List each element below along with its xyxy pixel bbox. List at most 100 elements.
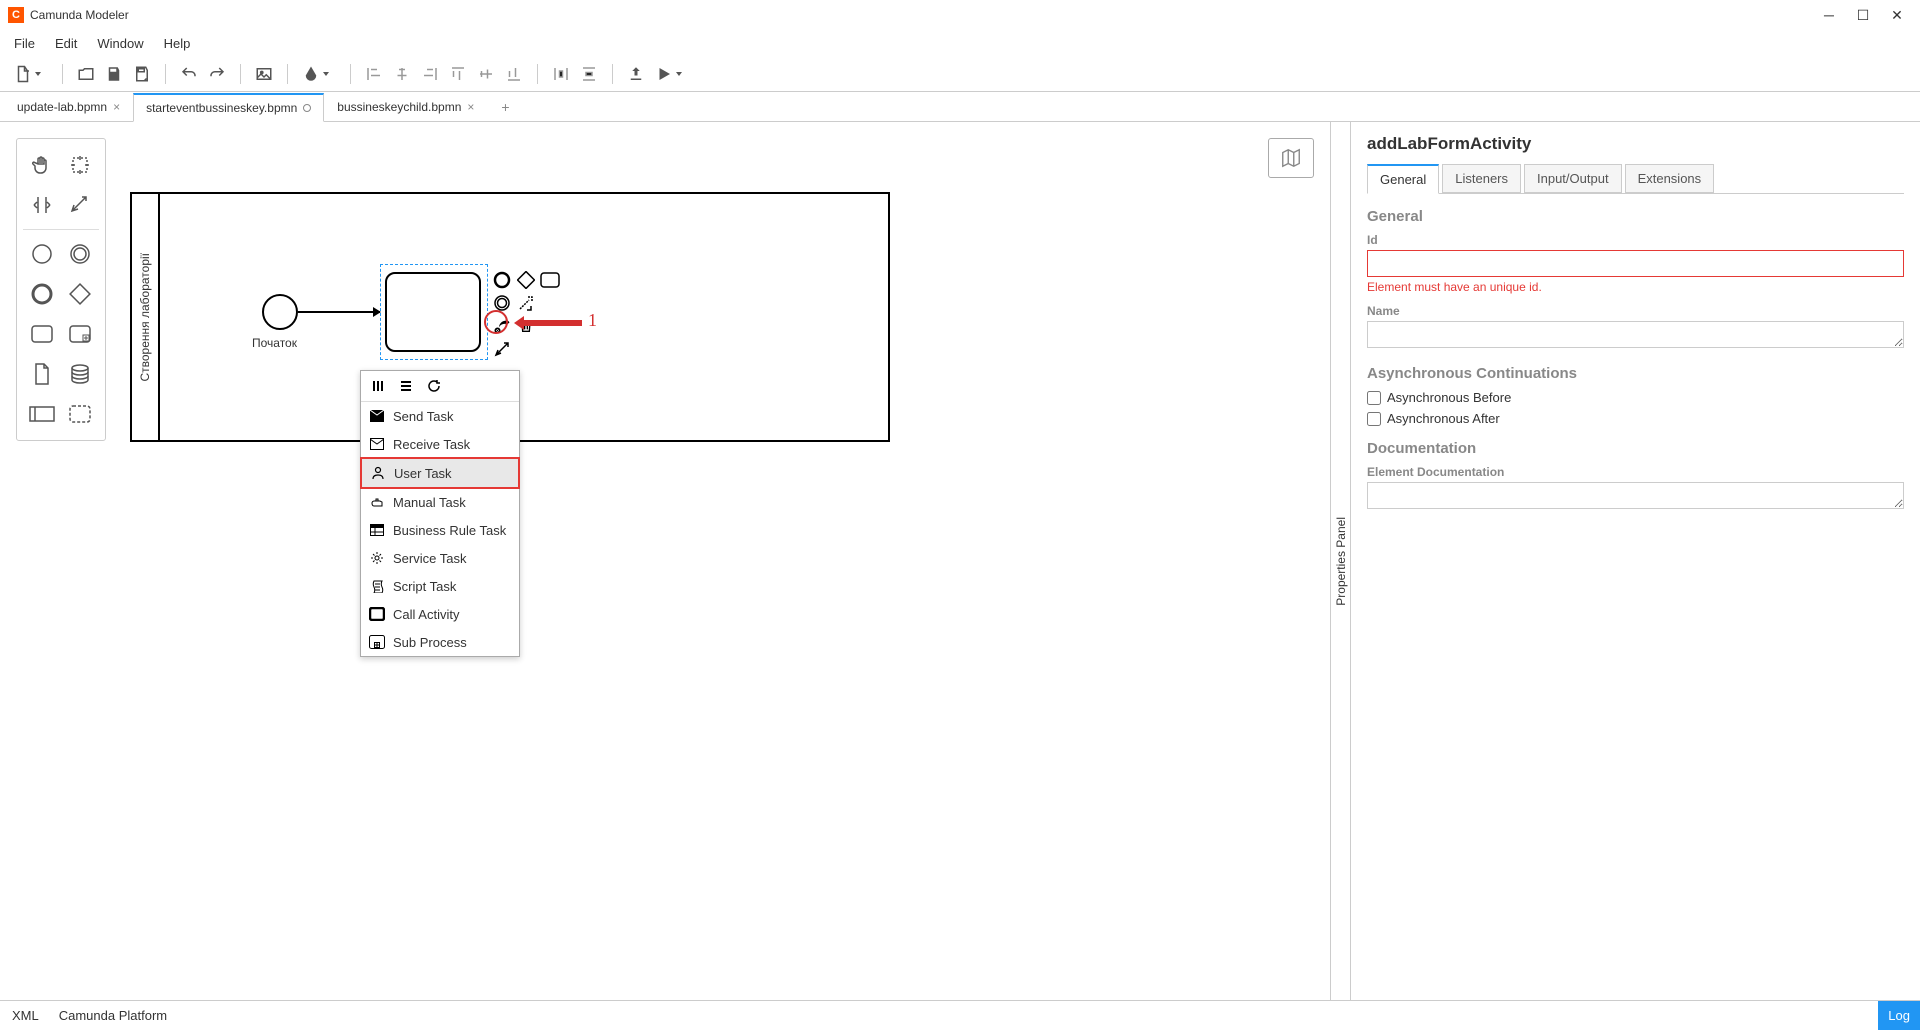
redo-button[interactable]: [206, 63, 228, 85]
tab-close-icon[interactable]: ×: [113, 100, 120, 114]
name-input[interactable]: [1367, 321, 1904, 348]
props-tab-general[interactable]: General: [1367, 164, 1439, 194]
window-maximize-button[interactable]: ☐: [1856, 8, 1870, 22]
align-right-button[interactable]: [419, 63, 441, 85]
distribute-v-button[interactable]: [578, 63, 600, 85]
receive-task-icon: [369, 436, 385, 452]
menu-item-user-task[interactable]: User Task: [360, 457, 520, 489]
user-task-icon: [370, 465, 386, 481]
palette-lasso-tool[interactable]: [66, 151, 94, 179]
align-middle-button[interactable]: [475, 63, 497, 85]
canvas[interactable]: Створення лабораторії Початок: [0, 122, 1330, 1000]
id-error: Element must have an unique id.: [1367, 280, 1904, 294]
palette-space-tool[interactable]: [28, 191, 56, 219]
menu-sequential-icon[interactable]: [397, 377, 415, 395]
ctx-connect[interactable]: [492, 339, 512, 359]
ctx-annotation[interactable]: [516, 293, 536, 313]
annotation-arrow-1: [522, 320, 582, 326]
menu-item-call-activity[interactable]: Call Activity: [361, 600, 519, 628]
call-activity-icon: [369, 606, 385, 622]
palette-group[interactable]: [66, 400, 94, 428]
tabstrip: update-lab.bpmn × starteventbussineskey.…: [0, 92, 1920, 122]
menu-item-service-task[interactable]: Service Task: [361, 544, 519, 572]
palette-subprocess[interactable]: [66, 320, 94, 348]
new-file-button[interactable]: [12, 63, 34, 85]
palette-task[interactable]: [28, 320, 56, 348]
ctx-append-end-event[interactable]: [492, 270, 512, 290]
undo-button[interactable]: [178, 63, 200, 85]
menu-item-manual-task[interactable]: Manual Task: [361, 488, 519, 516]
run-button[interactable]: [653, 63, 675, 85]
palette-pool[interactable]: [28, 400, 56, 428]
tab-label: update-lab.bpmn: [17, 100, 107, 114]
section-general: General: [1367, 208, 1904, 225]
distribute-h-button[interactable]: [550, 63, 572, 85]
send-task-icon: [369, 408, 385, 424]
async-after-row[interactable]: Asynchronous After: [1367, 411, 1904, 426]
log-button[interactable]: Log: [1878, 1001, 1920, 1030]
tab-update-lab[interactable]: update-lab.bpmn ×: [4, 93, 133, 121]
bpmn-sequence-flow[interactable]: [298, 311, 380, 313]
menu-item-script-task[interactable]: Script Task: [361, 572, 519, 600]
open-file-button[interactable]: [75, 63, 97, 85]
align-top-button[interactable]: [447, 63, 469, 85]
status-platform[interactable]: Camunda Platform: [59, 1008, 167, 1023]
statusbar: XML Camunda Platform Log: [0, 1000, 1920, 1030]
bpmn-start-event[interactable]: [262, 294, 298, 330]
menu-item-receive-task[interactable]: Receive Task: [361, 430, 519, 458]
sub-process-icon: [369, 634, 385, 650]
bpmn-task[interactable]: [385, 272, 481, 352]
palette: [16, 138, 106, 441]
ctx-append-gateway[interactable]: [516, 270, 536, 290]
task-type-menu: Send Task Receive Task User Task Manual …: [360, 370, 520, 657]
palette-connect-tool[interactable]: [66, 191, 94, 219]
section-documentation: Documentation: [1367, 440, 1904, 457]
menu-edit[interactable]: Edit: [45, 32, 87, 55]
tab-close-icon[interactable]: ×: [467, 100, 474, 114]
menu-item-send-task[interactable]: Send Task: [361, 402, 519, 430]
palette-gateway[interactable]: [66, 280, 94, 308]
tab-add-button[interactable]: +: [487, 93, 523, 121]
palette-start-event[interactable]: [28, 240, 56, 268]
image-button[interactable]: [253, 63, 275, 85]
color-button[interactable]: [300, 63, 322, 85]
manual-task-icon: [369, 494, 385, 510]
ctx-append-task[interactable]: [540, 270, 560, 290]
properties-panel-toggle[interactable]: Properties Panel: [1330, 122, 1350, 1000]
minimap-button[interactable]: [1268, 138, 1314, 178]
palette-intermediate-event[interactable]: [66, 240, 94, 268]
palette-hand-tool[interactable]: [28, 151, 56, 179]
async-before-checkbox[interactable]: [1367, 391, 1381, 405]
toolbar: [0, 56, 1920, 92]
window-minimize-button[interactable]: ─: [1822, 8, 1836, 22]
window-close-button[interactable]: ✕: [1890, 8, 1904, 22]
palette-end-event[interactable]: [28, 280, 56, 308]
align-bottom-button[interactable]: [503, 63, 525, 85]
menu-loop-icon[interactable]: [425, 377, 443, 395]
id-input[interactable]: [1367, 250, 1904, 277]
save-as-button[interactable]: [131, 63, 153, 85]
menu-help[interactable]: Help: [154, 32, 201, 55]
palette-data-store[interactable]: [66, 360, 94, 388]
menu-item-business-rule-task[interactable]: Business Rule Task: [361, 516, 519, 544]
props-tab-listeners[interactable]: Listeners: [1442, 164, 1521, 193]
save-button[interactable]: [103, 63, 125, 85]
business-rule-icon: [369, 522, 385, 538]
menu-file[interactable]: File: [4, 32, 45, 55]
tab-bussineskeychild[interactable]: bussineskeychild.bpmn ×: [324, 93, 487, 121]
async-after-checkbox[interactable]: [1367, 412, 1381, 426]
async-before-row[interactable]: Asynchronous Before: [1367, 390, 1904, 405]
palette-data-object[interactable]: [28, 360, 56, 388]
menu-parallel-icon[interactable]: [369, 377, 387, 395]
status-xml[interactable]: XML: [12, 1008, 39, 1023]
menu-window[interactable]: Window: [87, 32, 153, 55]
doc-label: Element Documentation: [1367, 465, 1904, 479]
props-tab-extensions[interactable]: Extensions: [1625, 164, 1715, 193]
align-center-button[interactable]: [391, 63, 413, 85]
menu-item-sub-process[interactable]: Sub Process: [361, 628, 519, 656]
props-tab-io[interactable]: Input/Output: [1524, 164, 1622, 193]
doc-input[interactable]: [1367, 482, 1904, 509]
deploy-button[interactable]: [625, 63, 647, 85]
align-left-button[interactable]: [363, 63, 385, 85]
tab-starteventbussineskey[interactable]: starteventbussineskey.bpmn: [133, 93, 324, 122]
